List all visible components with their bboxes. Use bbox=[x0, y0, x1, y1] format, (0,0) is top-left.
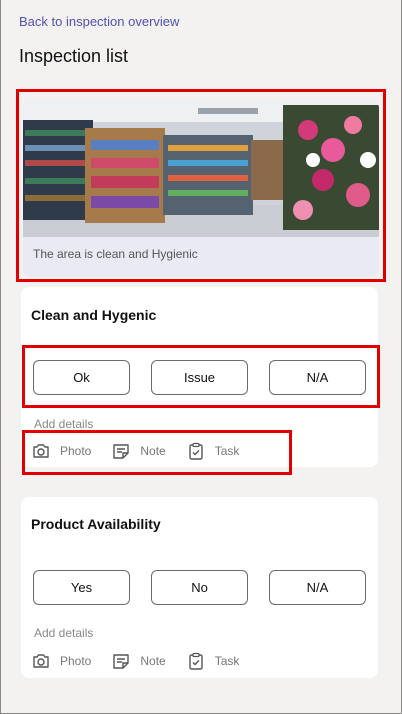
item-title: Clean and Hygenic bbox=[31, 307, 157, 323]
photo-action[interactable]: Photo bbox=[31, 441, 91, 461]
store-aisle-photo bbox=[23, 100, 379, 237]
note-icon bbox=[113, 444, 130, 459]
attachment-actions: Photo Note Task bbox=[31, 650, 259, 672]
note-action[interactable]: Note bbox=[111, 651, 166, 671]
note-label: Note bbox=[140, 654, 166, 668]
hero-highlight-box: The area is clean and Hygienic bbox=[16, 89, 386, 282]
add-details-label[interactable]: Add details bbox=[34, 417, 93, 431]
hero-card: The area is clean and Hygienic bbox=[23, 100, 379, 277]
photo-label: Photo bbox=[60, 444, 92, 458]
note-label: Note bbox=[140, 444, 166, 458]
issue-button[interactable]: Issue bbox=[151, 360, 248, 395]
checklist-item-product-availability: Product Availability Yes No N/A Add deta… bbox=[21, 497, 378, 678]
na-button[interactable]: N/A bbox=[269, 360, 366, 395]
no-button[interactable]: No bbox=[151, 570, 248, 605]
task-action[interactable]: Task bbox=[186, 441, 240, 461]
attachment-actions: Photo Note Task bbox=[31, 440, 259, 462]
yes-button[interactable]: Yes bbox=[33, 570, 130, 605]
task-label: Task bbox=[214, 654, 240, 668]
checklist-item-clean-hygenic: Clean and Hygenic Ok Issue N/A Add detai… bbox=[21, 287, 378, 467]
ok-button[interactable]: Ok bbox=[33, 360, 130, 395]
add-details-label[interactable]: Add details bbox=[34, 626, 93, 640]
na-button[interactable]: N/A bbox=[269, 570, 366, 605]
task-action[interactable]: Task bbox=[186, 651, 240, 671]
photo-action[interactable]: Photo bbox=[31, 651, 91, 671]
note-action[interactable]: Note bbox=[111, 441, 166, 461]
task-clipboard-icon bbox=[189, 652, 203, 670]
item-title: Product Availability bbox=[31, 516, 161, 532]
photo-label: Photo bbox=[60, 654, 92, 668]
camera-icon bbox=[33, 654, 49, 668]
page-title: Inspection list bbox=[19, 46, 129, 66]
task-label: Task bbox=[214, 444, 240, 458]
back-to-overview-link[interactable]: Back to inspection overview bbox=[19, 14, 179, 29]
task-clipboard-icon bbox=[189, 442, 203, 460]
hero-caption: The area is clean and Hygienic bbox=[33, 247, 198, 261]
camera-icon bbox=[33, 444, 49, 458]
note-icon bbox=[113, 654, 130, 669]
